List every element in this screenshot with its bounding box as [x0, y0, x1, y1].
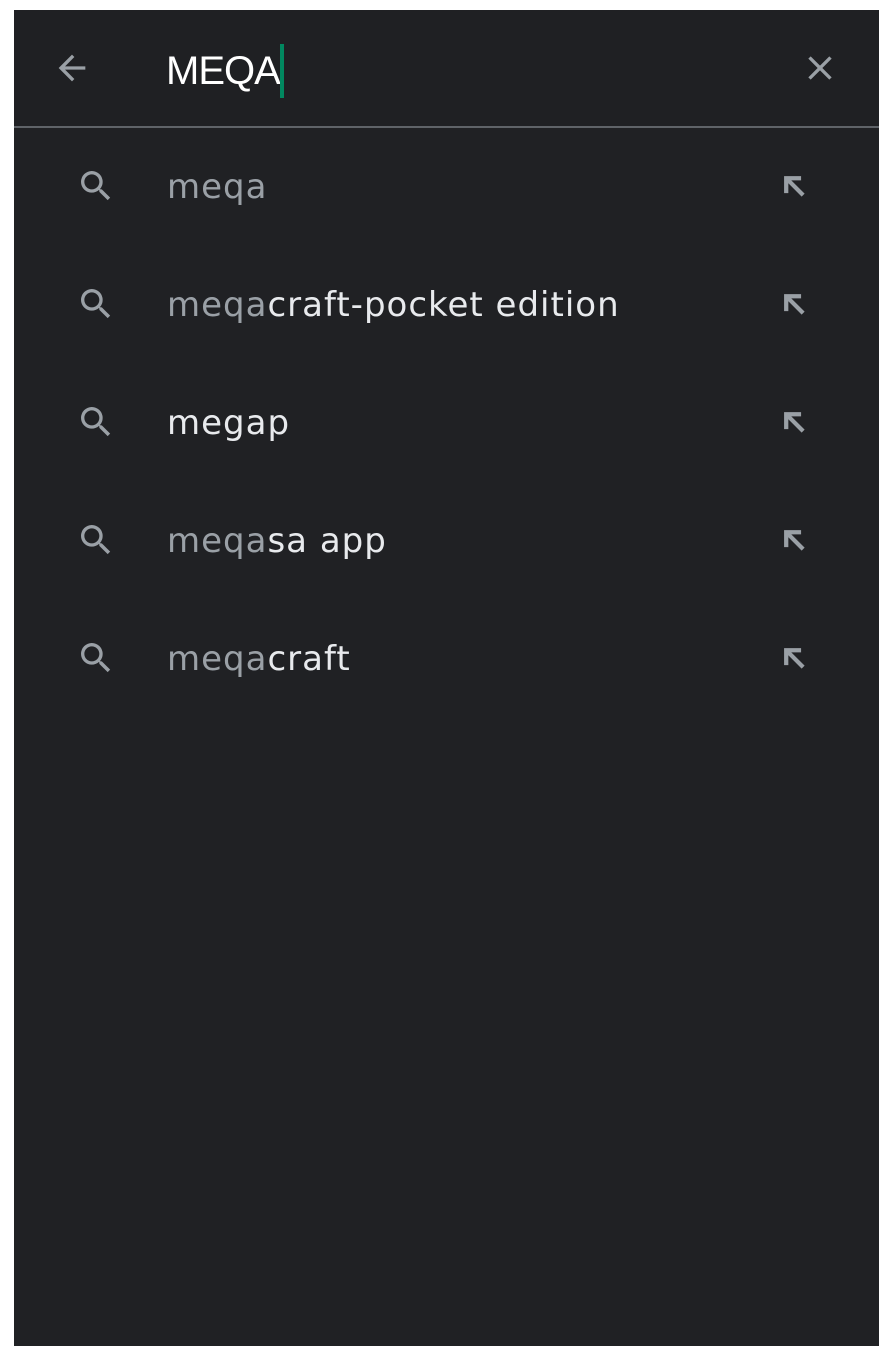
suggestion-completion-text: sa app — [267, 521, 387, 561]
back-button[interactable] — [44, 40, 100, 96]
text-caret — [279, 44, 284, 98]
suggestion-item[interactable]: meqasa app — [14, 482, 879, 600]
search-icon — [81, 643, 111, 673]
suggestion-item[interactable]: meqa — [14, 128, 879, 246]
search-header: MEQA — [14, 10, 879, 128]
suggestion-list: meqa meqacraft-pocket edition megap meqa… — [14, 128, 879, 718]
arrow-up-left-icon — [784, 412, 805, 433]
arrow-up-left-icon — [784, 648, 805, 669]
search-icon — [81, 525, 111, 555]
suggestion-item[interactable]: meqacraft-pocket edition — [14, 246, 879, 364]
fill-query-button[interactable] — [772, 518, 816, 562]
suggestion-matched-text: meqa — [167, 521, 268, 561]
search-icon — [81, 407, 111, 437]
suggestion-matched-text: meqa — [167, 639, 268, 679]
clear-button[interactable] — [792, 40, 848, 96]
arrow-up-left-icon — [784, 176, 805, 197]
suggestion-text: meqasa app — [167, 516, 387, 566]
suggestion-matched-text: meqa — [167, 285, 268, 325]
search-icon — [81, 171, 111, 201]
close-icon — [808, 56, 832, 80]
search-input[interactable]: MEQA — [166, 40, 746, 102]
suggestion-item[interactable]: megap — [14, 364, 879, 482]
fill-query-button[interactable] — [772, 282, 816, 326]
suggestion-text: meqacraft-pocket edition — [167, 280, 620, 330]
fill-query-button[interactable] — [772, 636, 816, 680]
suggestion-text: meqacraft — [167, 634, 351, 684]
arrow-up-left-icon — [784, 294, 805, 315]
suggestion-completion-text: megap — [167, 403, 291, 443]
search-icon — [81, 289, 111, 319]
suggestion-text: megap — [167, 398, 290, 448]
fill-query-button[interactable] — [772, 164, 816, 208]
suggestion-item[interactable]: meqacraft — [14, 600, 879, 718]
fill-query-button[interactable] — [772, 400, 816, 444]
search-screen: MEQA meqa meqacraft-pocket edition megap… — [14, 10, 879, 1346]
suggestion-completion-text: craft — [267, 639, 351, 679]
suggestion-completion-text: craft-pocket edition — [267, 285, 620, 325]
search-query-text: MEQA — [166, 49, 281, 93]
arrow-up-left-icon — [784, 530, 805, 551]
arrow-back-icon — [58, 54, 86, 82]
suggestion-matched-text: meqa — [167, 167, 268, 207]
suggestion-text: meqa — [167, 162, 267, 212]
